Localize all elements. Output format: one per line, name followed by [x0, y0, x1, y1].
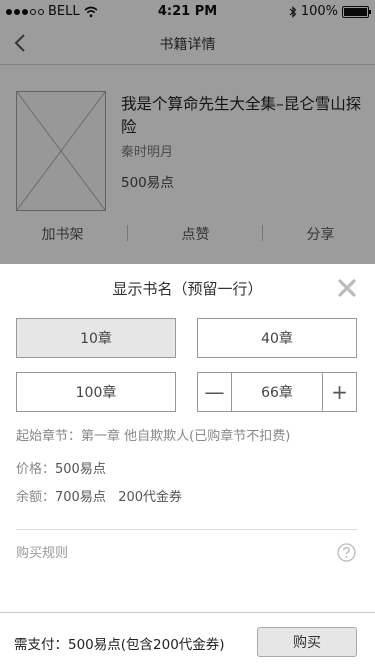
- start-chapter-row: 起始章节：第一章 他自欺欺人(已购章节不扣费): [16, 425, 290, 444]
- balance-row: 余额：700易点 200代金券: [16, 486, 182, 505]
- payment-summary: 需支付：500易点(包含200代金券): [14, 637, 225, 653]
- price-value: 500易点: [55, 462, 106, 477]
- chapter-option-100[interactable]: 100章: [16, 372, 176, 412]
- help-question-icon[interactable]: [337, 543, 356, 562]
- balance-value: 700易点 200代金券: [55, 490, 183, 505]
- purchase-rules-link[interactable]: 购买规则: [16, 542, 68, 561]
- section-divider: [16, 529, 357, 530]
- chapter-count-value[interactable]: 66章: [232, 373, 322, 411]
- price-row: 价格：500易点: [16, 458, 106, 477]
- modal-backdrop[interactable]: [0, 0, 375, 264]
- increment-button[interactable]: +: [322, 373, 356, 411]
- sheet-title: 显示书名（预留一行）: [112, 280, 263, 298]
- close-icon[interactable]: [337, 278, 357, 298]
- decrement-button[interactable]: —: [198, 373, 232, 411]
- balance-label: 余额：: [16, 490, 56, 505]
- checkout-bar: 需支付：500易点(包含200代金券) 购买: [0, 612, 375, 670]
- buy-button[interactable]: 购买: [257, 627, 357, 657]
- chapter-option-40[interactable]: 40章: [197, 318, 357, 358]
- chapter-count-stepper: — 66章 +: [197, 372, 357, 412]
- price-label: 价格：: [16, 462, 56, 477]
- start-chapter-value: 第一章 他自欺欺人(已购章节不扣费): [81, 429, 291, 444]
- chapter-option-10[interactable]: 10章: [16, 318, 176, 358]
- start-chapter-label: 起始章节：: [16, 429, 82, 444]
